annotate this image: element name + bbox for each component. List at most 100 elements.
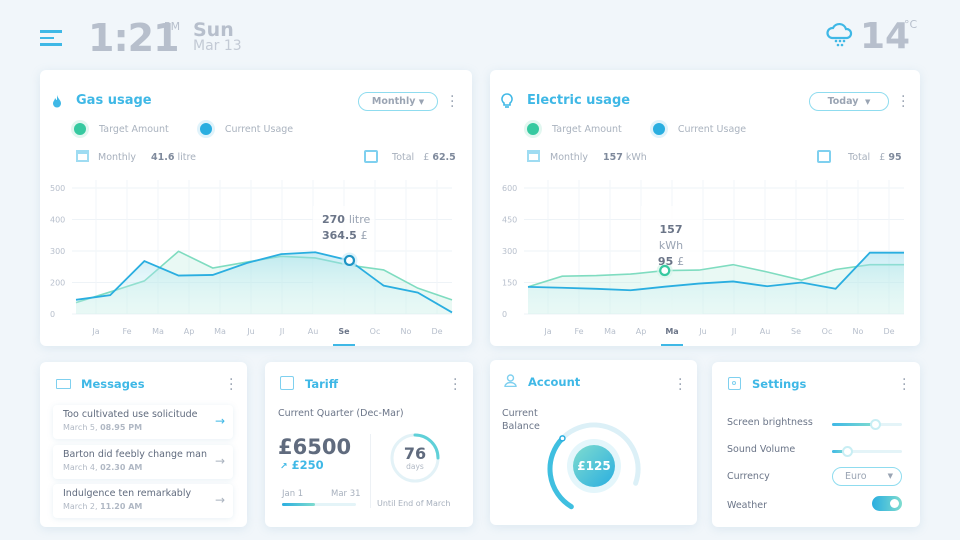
chevron-down-icon: ▼: [887, 472, 893, 480]
gas-total: Total £ 62.5: [392, 152, 456, 163]
currency-dropdown[interactable]: Euro ▼: [832, 467, 902, 486]
gas-period-dropdown[interactable]: Monthly ▼: [358, 92, 438, 111]
message-item[interactable]: Too cultivated use solicitude March 5, 08…: [53, 405, 233, 439]
hamburger-menu-icon: [40, 30, 64, 46]
brightness-slider[interactable]: [832, 419, 902, 430]
target-legend-label: Target Amount: [552, 123, 622, 135]
brightness-label: Screen brightness: [727, 417, 813, 428]
electric-period-value: Today: [827, 96, 859, 107]
currency-label: Currency: [727, 471, 770, 482]
gauge-handle: [559, 435, 566, 442]
arrow-up-right-icon: ↗: [280, 462, 288, 472]
message-date: March 2, 11.20 AM: [63, 502, 143, 511]
gas-total-currency: £: [423, 152, 430, 163]
x-tick-label: Ap: [636, 327, 647, 336]
days-count: 76: [403, 444, 427, 463]
x-tick-label: No: [853, 327, 864, 336]
tariff-more-options-icon[interactable]: · · ·: [453, 373, 457, 397]
x-tick-label: Ja: [91, 327, 99, 336]
gas-tooltip-cost: 364.5: [322, 229, 357, 242]
gas-usage-chart: 500 400 300 200 0 Ja Fe Ma Ap Ma Ju Jl Au Se Oc No De: [50, 180, 453, 346]
y-tick-label: 200: [50, 279, 65, 288]
menu-button[interactable]: [40, 30, 64, 46]
tariff-divider: [370, 434, 371, 508]
electric-tooltip-kwh-unit: kWh: [658, 239, 684, 252]
electric-monthly-reading: 157 kWh: [603, 152, 647, 163]
calendar-icon: [527, 150, 540, 162]
y-tick-label: 300: [50, 247, 65, 256]
volume-label: Sound Volume: [727, 444, 796, 455]
tariff-progress-bar: [282, 503, 356, 506]
target-legend-label: Target Amount: [99, 123, 169, 135]
x-tick-label: Ma: [152, 327, 164, 336]
gas-tooltip-cost-unit: £: [360, 229, 368, 242]
volume-slider[interactable]: [832, 446, 902, 457]
message-text: Too cultivated use solicitude: [63, 409, 198, 420]
gauge-progress: [547, 435, 574, 510]
settings-card: Settings · · · Screen brightness Sound Vol…: [712, 362, 920, 527]
tariff-change-value: £250: [291, 458, 324, 472]
y-tick-label: 400: [50, 216, 65, 225]
user-icon: [504, 374, 517, 387]
electric-tooltip: 157 kWh 95 £: [648, 222, 694, 270]
y-tick-label: 0: [502, 310, 507, 319]
tariff-title: Tariff: [305, 377, 339, 391]
x-tick-label: De: [883, 327, 894, 336]
messages-card: Messages · · · Too cultivated use solicitu…: [40, 362, 247, 527]
x-tick-label: De: [431, 327, 442, 336]
message-item[interactable]: Indulgence ten remarkably March 2, 11.20 …: [53, 484, 233, 518]
calendar-icon: [76, 150, 89, 162]
gas-more-options-icon[interactable]: · · ·: [450, 90, 454, 114]
gas-tooltip-litre: 270: [322, 213, 345, 226]
chevron-down-icon: ▼: [418, 98, 425, 106]
clock-ampm: PM: [164, 20, 181, 33]
weather-toggle[interactable]: [872, 496, 902, 511]
electric-more-options-icon[interactable]: · · ·: [901, 90, 905, 114]
selected-data-point: [343, 254, 356, 267]
target-legend-dot: [527, 123, 539, 135]
currency-value: Euro: [845, 471, 867, 482]
electric-legend: Target Amount Current Usage: [527, 123, 746, 135]
x-tick-label: No: [401, 327, 412, 336]
y-tick-label: 300: [502, 247, 517, 256]
account-card: Account · · · Current Balance £125: [490, 360, 697, 525]
electric-tooltip-cost: 95: [657, 255, 674, 268]
electric-title: Electric usage: [527, 93, 631, 108]
electric-total-currency: £: [879, 152, 886, 163]
electric-monthly-unit: kWh: [625, 152, 647, 163]
tariff-amount: £6500: [278, 435, 352, 459]
balance-label: Current Balance: [502, 408, 540, 432]
messages-title: Messages: [81, 377, 145, 391]
tariff-end: Mar 31: [331, 489, 361, 499]
gas-tooltip-litre-unit: litre: [348, 213, 371, 226]
message-item[interactable]: Barton did feebly change man March 4, 02.…: [53, 445, 233, 479]
days-label: days: [406, 462, 424, 471]
selected-month-indicator: [333, 344, 355, 346]
lightbulb-icon: [501, 93, 513, 108]
settings-more-options-icon[interactable]: · · ·: [902, 373, 906, 397]
account-title: Account: [528, 375, 581, 389]
bill-icon: [364, 150, 378, 163]
current-legend-label: Current Usage: [224, 123, 294, 135]
x-tick-label: Au: [308, 327, 319, 336]
message-text: Barton did feebly change man: [63, 449, 207, 460]
electric-total-label: Total: [848, 152, 871, 163]
account-more-options-icon[interactable]: · · ·: [678, 373, 682, 397]
x-tick-label: Ap: [184, 327, 195, 336]
message-date: March 5, 08.95 PM: [63, 423, 143, 432]
arrow-right-icon: →: [214, 414, 225, 428]
electric-period-dropdown[interactable]: Today ▼: [809, 92, 889, 111]
selected-month-indicator: [661, 344, 683, 346]
tariff-quarter: Current Quarter (Dec-Mar): [278, 408, 404, 419]
x-tick-label: Se: [338, 327, 350, 336]
temperature-unit: °C: [904, 18, 918, 31]
messages-more-options-icon[interactable]: · · ·: [229, 373, 233, 397]
gas-tooltip: 270 litre 364.5 £: [322, 212, 370, 244]
x-tick-label: Fe: [574, 327, 583, 336]
tariff-card: Tariff · · · Current Quarter (Dec-Mar) £65…: [265, 362, 473, 527]
electric-tooltip-kwh: 157: [659, 223, 683, 236]
x-tick-label: Ma: [665, 327, 678, 336]
x-tick-label: Jl: [279, 327, 285, 336]
gas-legend: Target Amount Current Usage: [74, 123, 293, 135]
x-tick-label: Ja: [543, 327, 551, 336]
